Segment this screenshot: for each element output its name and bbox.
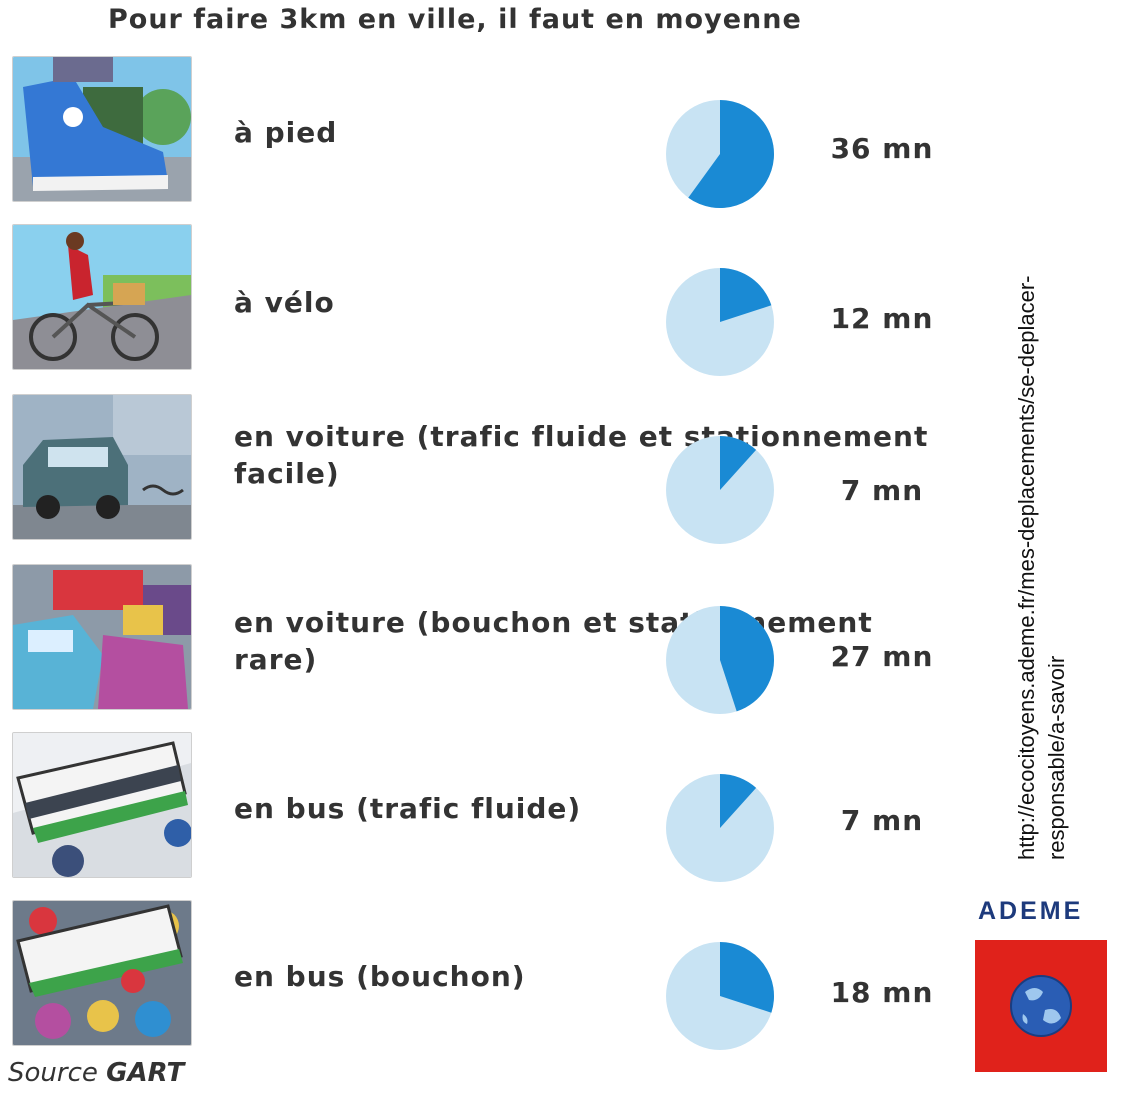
source-prefix: Source (8, 1058, 98, 1088)
time-value: 7 mn (840, 474, 924, 507)
source-credit: Source GART (8, 1058, 184, 1088)
ademe-logo-text: ADEME (978, 897, 1084, 925)
car-illustration (12, 394, 192, 540)
ademe-logo (975, 940, 1107, 1072)
row-label: en bus (bouchon) (234, 960, 526, 993)
time-value: 36 mn (830, 132, 934, 165)
pie-chart-bus-jam (666, 942, 775, 1050)
pie-chart-bus-fluid (666, 774, 774, 882)
row-label: à pied (234, 116, 338, 149)
row-label: en bus (trafic fluide) (234, 792, 582, 825)
chart-title: Pour faire 3km en ville, il faut en moye… (108, 4, 802, 35)
pie-chart-car-fluid (666, 436, 774, 544)
row-walking: à pied 36 mn (0, 56, 960, 208)
row-cycling: à vélo 12 mn (0, 224, 960, 376)
source-url[interactable]: http://ecocitoyens.ademe.fr/mes-deplacem… (1012, 220, 1072, 860)
row-car-fluid: en voiture (trafic fluide et stationneme… (0, 394, 960, 544)
cyclist-illustration (12, 224, 192, 370)
time-value: 18 mn (830, 976, 934, 1009)
traffic-jam-illustration (12, 564, 192, 710)
bus-jam-illustration (12, 900, 192, 1046)
walking-shoe-illustration (12, 56, 192, 202)
pie-chart-cycling (666, 268, 774, 376)
source-name: GART (106, 1058, 185, 1088)
pie-chart-car-jam (666, 606, 775, 714)
row-car-jam: en voiture (bouchon et stationnement rar… (0, 564, 960, 714)
bus-illustration (12, 732, 192, 878)
time-value: 27 mn (830, 640, 934, 673)
time-value: 12 mn (830, 302, 934, 335)
time-value: 7 mn (840, 804, 924, 837)
row-bus-jam: en bus (bouchon) 18 mn (0, 900, 960, 1050)
row-label: à vélo (234, 286, 335, 319)
pie-chart-walking (666, 100, 774, 208)
row-bus-fluid: en bus (trafic fluide) 7 mn (0, 732, 960, 882)
